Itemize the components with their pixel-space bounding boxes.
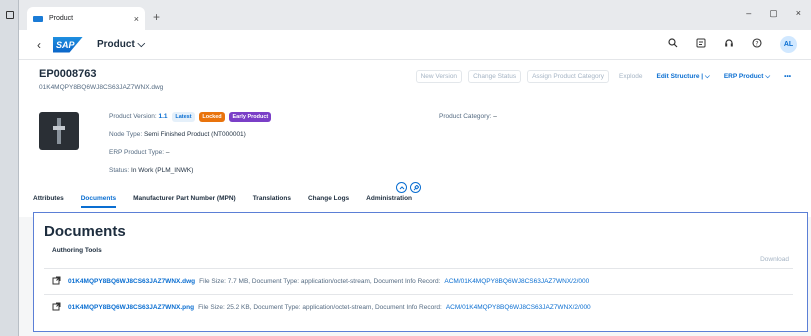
tab-attributes[interactable]: Attributes	[33, 195, 64, 208]
document-link[interactable]: 01K4MQPY8BQ6WJ8CS63JAZ7WNX.png	[68, 304, 194, 311]
pin-header-icon[interactable]	[410, 182, 421, 193]
object-subtitle: 01K4MQPY8BQ6WJ8CS63JAZ7WNX.dwg	[39, 84, 164, 91]
document-link[interactable]: 01K4MQPY8BQ6WJ8CS63JAZ7WNX.dwg	[68, 278, 195, 285]
erp-type-row: ERP Product Type: –	[109, 144, 271, 162]
new-version-button[interactable]: New Version	[415, 70, 463, 83]
locked-badge: Locked	[199, 112, 225, 122]
minimize-icon[interactable]: –	[746, 8, 751, 19]
close-window-icon[interactable]: ×	[796, 8, 801, 19]
authoring-tools-heading: Authoring Tools	[52, 247, 102, 254]
document-row: 01K4MQPY8BQ6WJ8CS63JAZ7WNX.dwg File Size…	[44, 268, 793, 294]
edit-structure-button[interactable]: Edit Structure | ⌵	[652, 71, 713, 83]
tab-mpn[interactable]: Manufacturer Part Number (MPN)	[133, 195, 236, 208]
sap-favicon-icon	[33, 15, 43, 22]
document-info-record-link[interactable]: ACM/01K4MQPY8BQ6WJ8CS63JAZ7WNX/2/000	[446, 304, 591, 311]
app-title-menu[interactable]: Product ⌵	[97, 39, 145, 50]
document-meta: File Size: 25.2 KB, Document Type: appli…	[198, 304, 442, 311]
back-arrow-icon[interactable]: ‹	[37, 38, 41, 52]
version-row: Product Version: 1.1 Latest Locked Early…	[109, 108, 272, 126]
section-tabs: Attributes Documents Manufacturer Part N…	[33, 195, 412, 208]
node-type-label: Node Type:	[109, 131, 143, 138]
shell-actions: ? AL	[668, 36, 797, 53]
new-tab-icon[interactable]: +	[153, 10, 160, 24]
window-menu-icon[interactable]	[6, 11, 14, 19]
latest-badge: Latest	[172, 112, 195, 122]
window-controls: – ▢ ×	[746, 8, 801, 19]
product-thumbnail[interactable]	[39, 112, 79, 150]
product-category-row: Product Category: –	[439, 108, 497, 126]
joule-assistant-icon[interactable]	[696, 38, 706, 51]
svg-text:?: ?	[755, 40, 758, 47]
shell-bar: ‹ SAP Product ⌵ ? AL	[19, 30, 811, 60]
assign-product-category-button[interactable]: Assign Product Category	[527, 70, 609, 83]
download-button[interactable]: Download	[760, 256, 789, 263]
maximize-icon[interactable]: ▢	[769, 8, 778, 19]
version-value[interactable]: 1.1	[159, 113, 168, 120]
documents-panel: Documents Authoring Tools Download 01K4M…	[33, 212, 808, 332]
early-product-badge: Early Product	[229, 112, 272, 122]
erp-type-value: –	[165, 149, 170, 156]
change-status-button[interactable]: Change Status	[468, 70, 522, 83]
headset-support-icon[interactable]	[724, 38, 734, 51]
more-actions-icon[interactable]: •••	[780, 71, 795, 82]
explode-button[interactable]: Explode	[615, 71, 647, 82]
tab-change-logs[interactable]: Change Logs	[308, 195, 349, 208]
product-info: Product Version: 1.1 Latest Locked Early…	[109, 108, 272, 180]
browser-tab-title: Product	[49, 15, 74, 22]
help-icon[interactable]: ?	[752, 38, 762, 51]
tab-documents[interactable]: Documents	[80, 195, 117, 208]
open-document-icon[interactable]	[52, 302, 62, 313]
open-document-icon[interactable]	[52, 276, 62, 287]
tab-administration[interactable]: Administration	[366, 195, 412, 208]
user-avatar[interactable]: AL	[780, 36, 797, 53]
status-row: Status: In Work (PLM_INWK)	[109, 162, 271, 180]
browser-window: Product × + – ▢ × ‹ SAP Product ⌵ ? AL E…	[18, 0, 811, 336]
node-type-row: Node Type: Semi Finished Product (NT0000…	[109, 126, 271, 144]
sap-logo[interactable]: SAP	[53, 36, 83, 53]
browser-tab-product[interactable]: Product ×	[27, 7, 145, 30]
header-actions: New Version Change Status Assign Product…	[415, 70, 795, 83]
object-header: EP0008763 01K4MQPY8BQ6WJ8CS63JAZ7WNX.dwg…	[19, 60, 811, 217]
document-meta: File Size: 7.7 MB, Document Type: applic…	[199, 278, 441, 285]
tab-translations[interactable]: Translations	[253, 195, 291, 208]
header-toggle-group	[396, 182, 421, 193]
version-label: Product Version:	[109, 113, 157, 120]
node-type-value: Semi Finished Product (NT000001)	[143, 131, 246, 138]
document-row: 01K4MQPY8BQ6WJ8CS63JAZ7WNX.png File Size…	[44, 294, 793, 320]
search-icon[interactable]	[668, 38, 678, 51]
browser-tabstrip: Product × + – ▢ ×	[19, 0, 811, 30]
collapse-header-icon[interactable]	[396, 182, 407, 193]
status-label: Status:	[109, 167, 130, 174]
erp-type-label: ERP Product Type:	[109, 149, 165, 156]
close-tab-icon[interactable]: ×	[134, 14, 139, 24]
erp-product-button[interactable]: ERP Product ⌵	[720, 71, 774, 83]
documents-title: Documents	[44, 223, 126, 240]
product-category-value: –	[493, 113, 497, 120]
product-category-label: Product Category:	[439, 113, 492, 120]
document-info-record-link[interactable]: ACM/01K4MQPY8BQ6WJ8CS63JAZ7WNX/2/000	[444, 278, 589, 285]
status-value: In Work (PLM_INWK)	[131, 167, 194, 174]
